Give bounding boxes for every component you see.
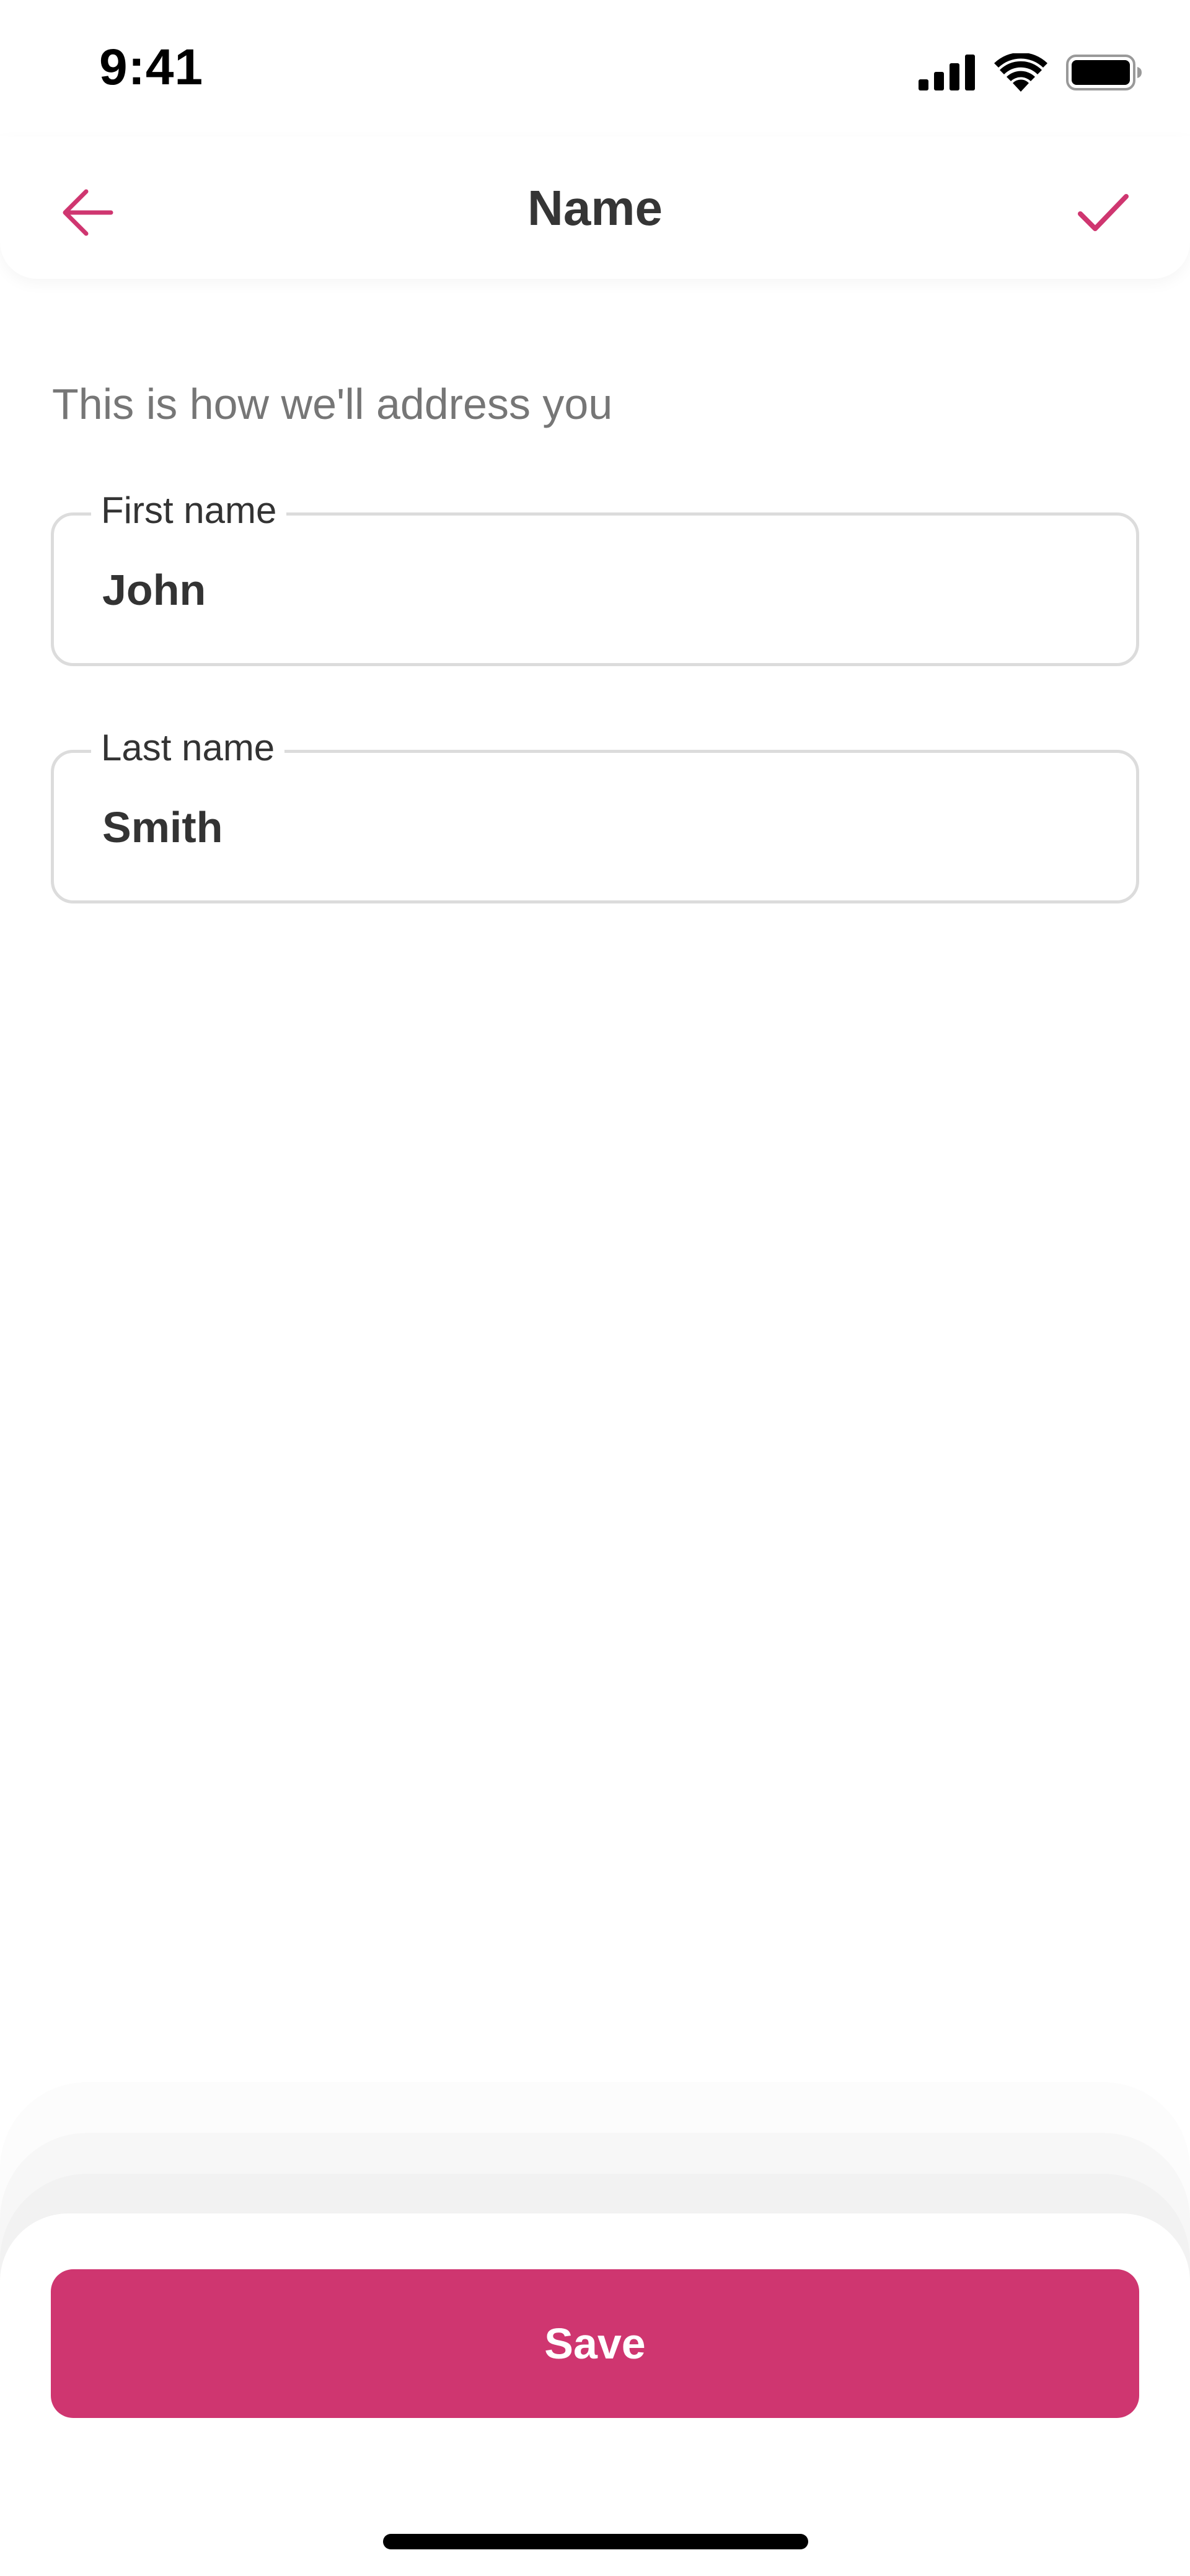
home-indicator — [383, 2534, 808, 2549]
battery-icon — [1066, 55, 1143, 90]
first-name-label: First name — [91, 486, 287, 535]
first-name-field[interactable]: First name — [51, 486, 1139, 666]
first-name-input[interactable] — [102, 553, 1069, 627]
status-bar: 9:41 — [0, 0, 1190, 136]
header: Name — [0, 136, 1190, 279]
save-button[interactable]: Save — [51, 2269, 1139, 2418]
last-name-label: Last name — [91, 723, 285, 773]
last-name-input[interactable] — [102, 790, 1069, 864]
page-subtitle: This is how we'll address you — [52, 380, 613, 428]
last-name-field[interactable]: Last name — [51, 723, 1139, 903]
confirm-button[interactable] — [1063, 174, 1144, 254]
cellular-signal-icon — [919, 55, 976, 90]
wifi-icon — [994, 53, 1047, 92]
name-edit-screen: 9:41 Name This is how we'll address you … — [0, 0, 1190, 2576]
page-title: Name — [527, 180, 663, 235]
status-time: 9:41 — [99, 39, 204, 95]
status-icons — [919, 53, 1143, 92]
checkmark-icon — [1077, 191, 1130, 237]
